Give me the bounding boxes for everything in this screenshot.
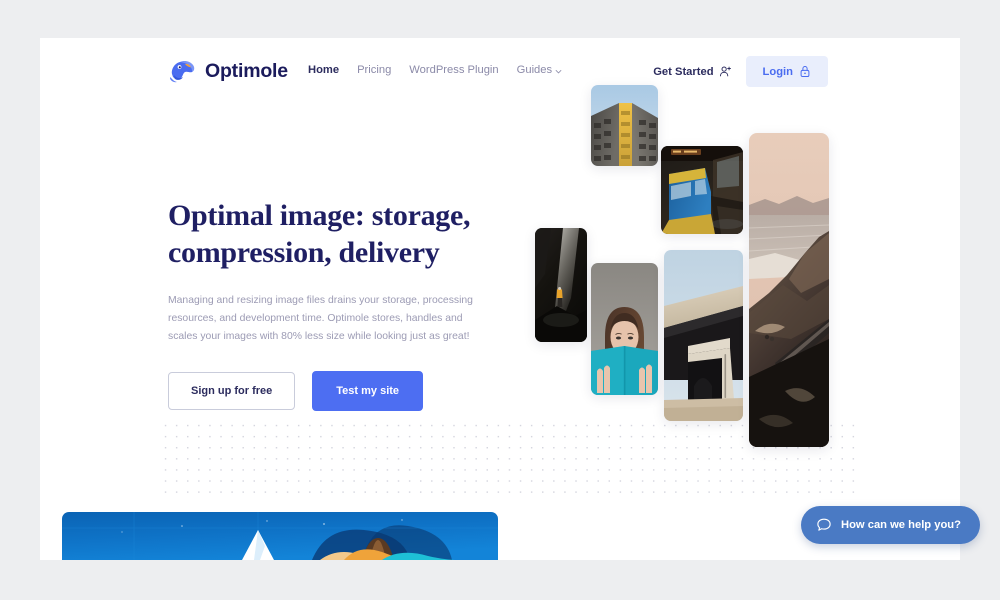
chat-bubble-icon (816, 517, 832, 533)
illustration-banner (62, 512, 498, 560)
nav-item-home[interactable]: Home (308, 64, 339, 76)
chevron-down-icon (555, 66, 562, 73)
woman-reading-book-photo (591, 263, 658, 395)
chat-help-button[interactable]: How can we help you? (801, 506, 980, 544)
train-station-photo (661, 146, 743, 234)
login-button[interactable]: Login (745, 56, 828, 87)
test-my-site-button[interactable]: Test my site (312, 370, 424, 411)
hero-description: Managing and resizing image files drains… (168, 295, 473, 342)
concrete-architecture-photo (664, 250, 743, 421)
hero-section: Optimal image: storage, compression, del… (168, 198, 498, 411)
get-started-label: Get Started (653, 65, 714, 78)
decorative-dot-grid (160, 420, 860, 502)
nav-item-guides[interactable]: Guides (517, 64, 562, 76)
brand-logo[interactable]: Optimole (168, 57, 288, 85)
nav-item-wordpress-plugin[interactable]: WordPress Plugin (409, 64, 498, 76)
page-content-card: Optimole Home Pricing WordPress Plugin G… (40, 38, 960, 560)
hero-cta-group: Sign up for free Test my site (168, 370, 498, 411)
site-header: Optimole Home Pricing WordPress Plugin G… (40, 38, 960, 108)
hero-title: Optimal image: storage, compression, del… (168, 199, 471, 269)
sign-up-for-free-button[interactable]: Sign up for free (168, 371, 296, 410)
optimole-mole-logo-icon (168, 57, 198, 85)
coastal-road-photo (749, 133, 829, 447)
user-plus-icon (719, 65, 732, 78)
get-started-button[interactable]: Get Started (653, 65, 731, 78)
header-actions: Get Started Login (653, 56, 828, 87)
chat-help-label: How can we help you? (841, 519, 961, 531)
nav-item-guides-label: Guides (516, 64, 553, 76)
nav-item-pricing[interactable]: Pricing (357, 64, 391, 76)
brand-name: Optimole (205, 59, 288, 82)
nav-item-wordpress-plugin-label: WordPress Plugin (409, 64, 499, 76)
nav-item-pricing-label: Pricing (357, 64, 392, 76)
lock-icon (799, 65, 811, 78)
cave-explorer-photo (535, 228, 587, 342)
nav-item-home-label: Home (308, 64, 340, 76)
login-label: Login (762, 65, 793, 78)
main-navigation: Home Pricing WordPress Plugin Guides (308, 64, 562, 76)
